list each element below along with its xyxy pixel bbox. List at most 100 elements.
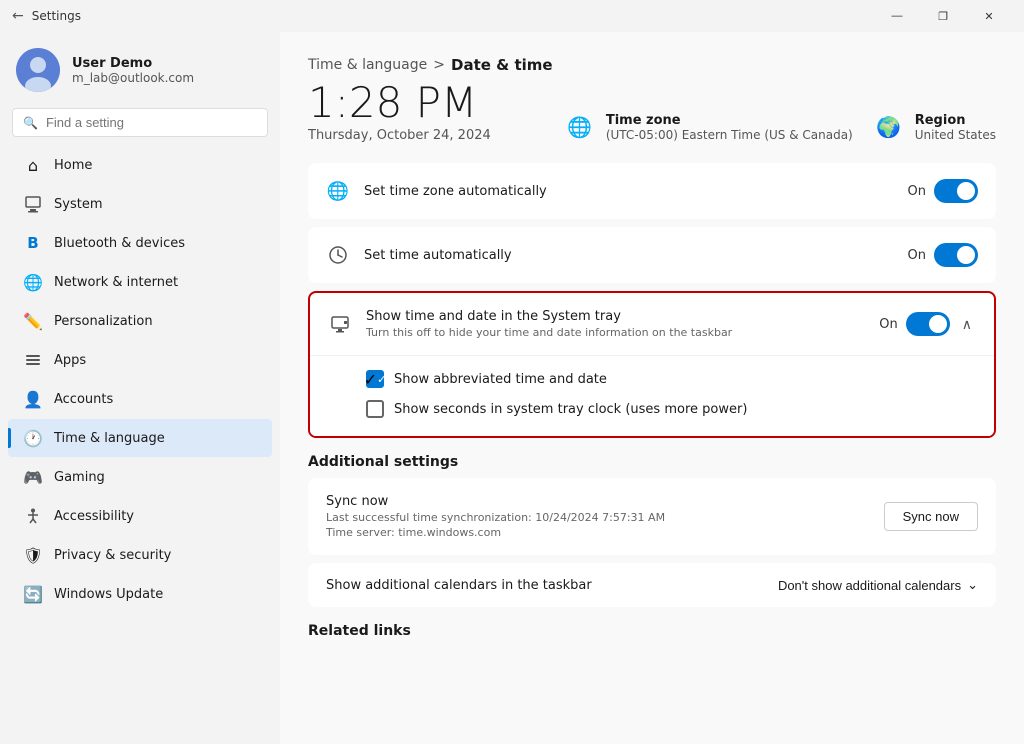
timezone-value: (UTC-05:00) Eastern Time (US & Canada) <box>606 128 853 142</box>
close-button[interactable]: ✕ <box>966 0 1012 32</box>
apps-icon <box>24 351 42 369</box>
timezone-auto-text: Set time zone automatically <box>364 184 894 199</box>
network-icon: 🌐 <box>24 273 42 291</box>
time-header: 1:28 PM Thursday, October 24, 2024 🌐 Tim… <box>308 82 996 143</box>
region-value: United States <box>915 128 996 142</box>
calendar-dropdown-chevron: ⌄ <box>967 577 978 593</box>
region-label: Region <box>915 113 996 128</box>
time-auto-toggle-area: On <box>908 243 978 267</box>
sidebar-item-gaming[interactable]: 🎮 Gaming <box>8 458 272 496</box>
sync-subtitle-2: Time server: time.windows.com <box>326 526 870 539</box>
systray-title: Show time and date in the System tray <box>366 309 865 324</box>
sidebar-item-bluetooth[interactable]: B Bluetooth & devices <box>8 224 272 262</box>
user-info: User Demo m_lab@outlook.com <box>72 56 194 85</box>
search-input[interactable] <box>46 115 257 130</box>
sidebar-item-label: Time & language <box>54 431 165 446</box>
current-time: 1:28 PM Thursday, October 24, 2024 <box>308 82 491 143</box>
sidebar-item-accessibility[interactable]: Accessibility <box>8 497 272 535</box>
sidebar-item-label: Personalization <box>54 314 153 329</box>
minimize-button[interactable]: — <box>874 0 920 32</box>
calendar-row: Show additional calendars in the taskbar… <box>308 563 996 607</box>
show-abbreviated-row: ✓ Show abbreviated time and date <box>366 364 976 394</box>
region-icon: 🌍 <box>873 111 905 143</box>
timezone-text: Time zone (UTC-05:00) Eastern Time (US &… <box>606 113 853 142</box>
time-auto-card: Set time automatically On <box>308 227 996 283</box>
timezone-card: 🌐 Time zone (UTC-05:00) Eastern Time (US… <box>564 111 853 143</box>
user-name: User Demo <box>72 56 194 71</box>
breadcrumb-parent[interactable]: Time & language <box>308 57 427 73</box>
show-seconds-row: Show seconds in system tray clock (uses … <box>366 394 976 424</box>
calendar-dropdown-value: Don't show additional calendars <box>778 578 961 593</box>
title-bar-controls: — ❐ ✕ <box>874 0 1012 32</box>
windows-update-icon: 🔄 <box>24 585 42 603</box>
sidebar-item-home[interactable]: ⌂ Home <box>8 146 272 184</box>
show-seconds-label: Show seconds in system tray clock (uses … <box>394 402 747 417</box>
search-icon: 🔍 <box>23 116 38 130</box>
sync-title: Sync now <box>326 494 870 509</box>
title-bar: ← Settings — ❐ ✕ <box>0 0 1024 32</box>
sidebar-item-label: Privacy & security <box>54 548 171 563</box>
timezone-auto-icon: 🌐 <box>326 179 350 203</box>
maximize-button[interactable]: ❐ <box>920 0 966 32</box>
time-auto-text: Set time automatically <box>364 248 894 263</box>
sub-options: ✓ Show abbreviated time and date Show se… <box>310 356 994 436</box>
back-button[interactable]: ← <box>12 8 24 24</box>
sidebar-item-label: System <box>54 197 102 212</box>
time-info-cards: 🌐 Time zone (UTC-05:00) Eastern Time (US… <box>564 111 996 143</box>
bluetooth-icon: B <box>24 234 42 252</box>
calendar-dropdown[interactable]: Don't show additional calendars ⌄ <box>778 577 978 593</box>
accounts-icon: 👤 <box>24 390 42 408</box>
sidebar-item-apps[interactable]: Apps <box>8 341 272 379</box>
related-links-title: Related links <box>308 623 996 639</box>
sidebar-nav: ⌂ Home System B Bluetooth & devices 🌐 Ne… <box>0 145 280 614</box>
sidebar-item-time-language[interactable]: 🕐 Time & language <box>8 419 272 457</box>
sidebar-item-label: Bluetooth & devices <box>54 236 185 251</box>
app-body: User Demo m_lab@outlook.com 🔍 ⌂ Home Sys… <box>0 32 1024 744</box>
sidebar-item-network[interactable]: 🌐 Network & internet <box>8 263 272 301</box>
timezone-auto-toggle[interactable] <box>934 179 978 203</box>
system-icon <box>24 195 42 213</box>
date-display: Thursday, October 24, 2024 <box>308 128 491 143</box>
app-title: Settings <box>32 9 81 23</box>
systray-toggle-label: On <box>879 317 897 332</box>
additional-settings-title: Additional settings <box>308 454 996 470</box>
show-abbreviated-checkbox[interactable]: ✓ <box>366 370 384 388</box>
systray-chevron[interactable]: ∧ <box>958 312 976 337</box>
systray-toggle[interactable] <box>906 312 950 336</box>
sidebar-item-label: Accounts <box>54 392 113 407</box>
systray-text: Show time and date in the System tray Tu… <box>366 309 865 339</box>
sidebar-item-system[interactable]: System <box>8 185 272 223</box>
sidebar-item-privacy[interactable]: 🛡 Privacy & security <box>8 536 272 574</box>
timezone-label: Time zone <box>606 113 853 128</box>
time-auto-toggle-label: On <box>908 248 926 263</box>
main-content: Time & language > Date & time 1:28 PM Th… <box>280 32 1024 744</box>
time-auto-toggle[interactable] <box>934 243 978 267</box>
sidebar-item-label: Home <box>54 158 92 173</box>
sync-card: Sync now Last successful time synchroniz… <box>308 478 996 555</box>
sidebar-item-personalization[interactable]: ✏️ Personalization <box>8 302 272 340</box>
timezone-auto-toggle-area: On <box>908 179 978 203</box>
search-box[interactable]: 🔍 <box>12 108 268 137</box>
sidebar-item-label: Accessibility <box>54 509 134 524</box>
user-profile: User Demo m_lab@outlook.com <box>0 32 280 104</box>
sidebar-item-windows-update[interactable]: 🔄 Windows Update <box>8 575 272 613</box>
region-card: 🌍 Region United States <box>873 111 996 143</box>
title-bar-left: ← Settings <box>12 8 81 24</box>
time-auto-icon <box>326 243 350 267</box>
sidebar-item-label: Windows Update <box>54 587 163 602</box>
sync-now-button[interactable]: Sync now <box>884 502 978 531</box>
timezone-auto-toggle-label: On <box>908 184 926 199</box>
time-auto-title: Set time automatically <box>364 248 894 263</box>
personalization-icon: ✏️ <box>24 312 42 330</box>
sidebar-item-accounts[interactable]: 👤 Accounts <box>8 380 272 418</box>
timezone-auto-title: Set time zone automatically <box>364 184 894 199</box>
sync-text: Sync now Last successful time synchroniz… <box>326 494 870 539</box>
sidebar-item-label: Apps <box>54 353 86 368</box>
systray-row: Show time and date in the System tray Tu… <box>310 293 994 356</box>
show-seconds-checkbox[interactable] <box>366 400 384 418</box>
sidebar: User Demo m_lab@outlook.com 🔍 ⌂ Home Sys… <box>0 32 280 744</box>
calendar-label: Show additional calendars in the taskbar <box>326 578 778 593</box>
breadcrumb-separator: > <box>433 57 445 73</box>
sidebar-item-label: Network & internet <box>54 275 178 290</box>
sync-subtitle-1: Last successful time synchronization: 10… <box>326 511 870 524</box>
